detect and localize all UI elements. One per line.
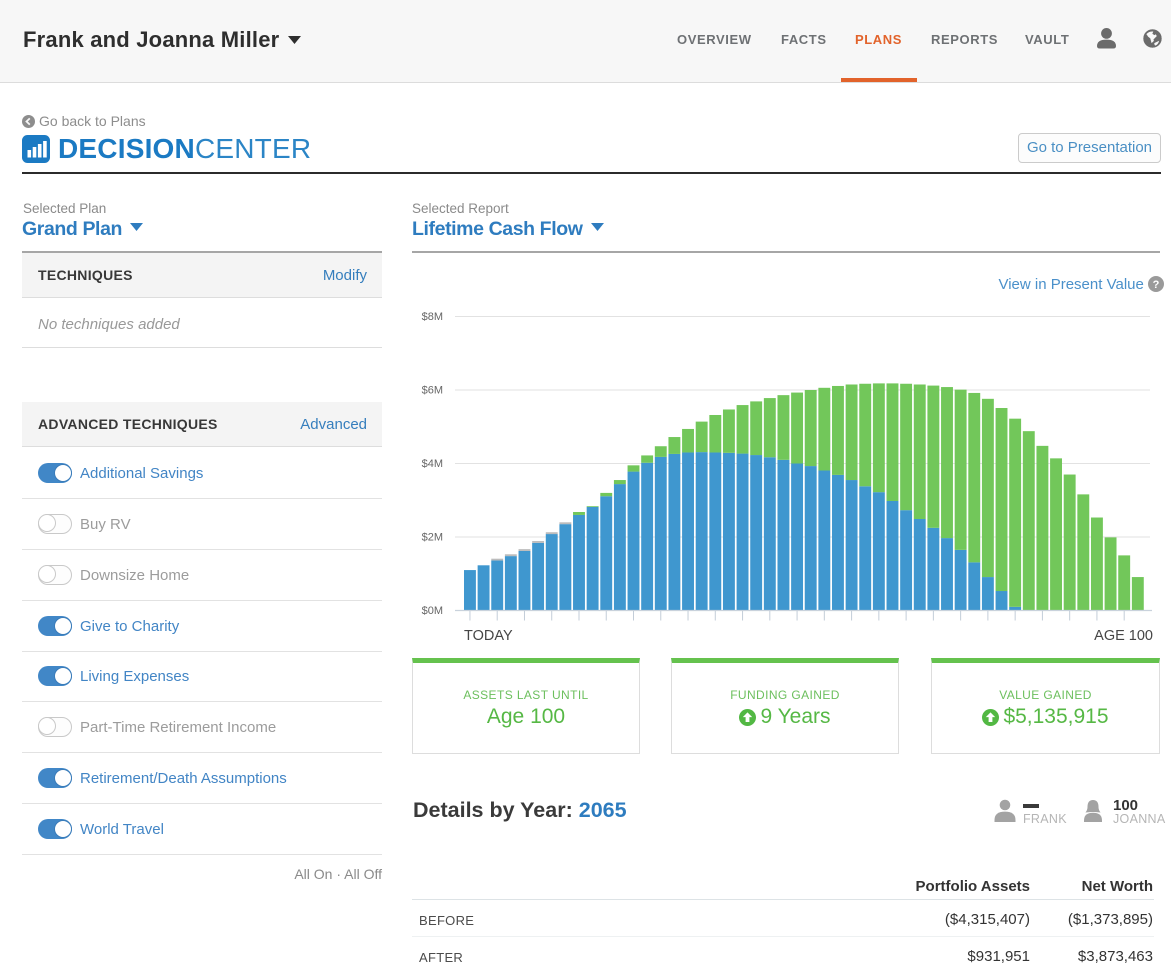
svg-text:?: ?: [1153, 279, 1160, 291]
svg-text:TODAY: TODAY: [464, 628, 513, 644]
svg-text:$4M: $4M: [422, 458, 443, 470]
svg-text:AGE 100: AGE 100: [1094, 628, 1153, 644]
svg-text:$8M: $8M: [422, 311, 443, 323]
svg-text:$0M: $0M: [422, 605, 443, 617]
svg-text:$6M: $6M: [422, 385, 443, 397]
svg-text:$2M: $2M: [422, 532, 443, 544]
